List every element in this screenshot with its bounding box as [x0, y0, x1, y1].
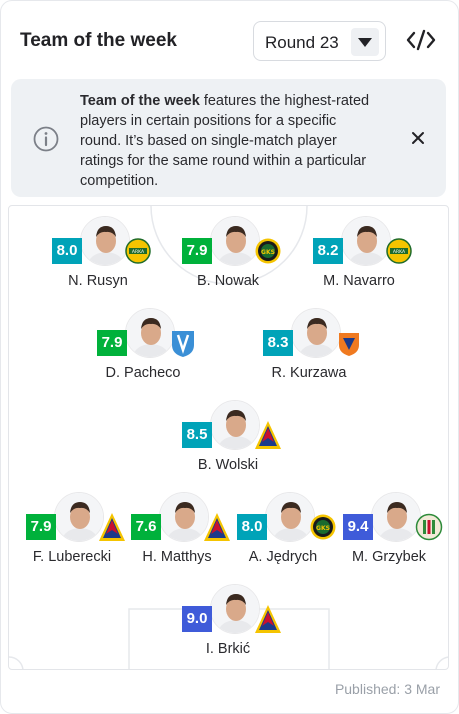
player-card[interactable]: 7.9 GKS B. Nowak [168, 216, 288, 300]
player-name: R. Kurzawa [271, 365, 347, 381]
club-crest-icon: ARKA [385, 236, 413, 266]
player-name: D. Pacheco [105, 365, 181, 381]
club-crest-icon [254, 420, 282, 450]
player-rating-badge: 8.3 [263, 330, 293, 356]
info-text-bold: Team of the week [80, 93, 200, 109]
player-photo [210, 584, 260, 634]
info-text: Team of the week features the highest-ra… [80, 91, 380, 191]
player-photo [265, 492, 315, 542]
player-name: M. Grzybek [351, 549, 427, 565]
club-crest-icon [335, 328, 363, 358]
player-card[interactable]: 8.3 R. Kurzawa [249, 308, 369, 392]
chevron-down-icon[interactable] [351, 28, 379, 56]
player-photo [125, 308, 175, 358]
player-rating-badge: 7.9 [182, 238, 212, 264]
player-photo [80, 216, 130, 266]
code-embed-icon[interactable] [405, 28, 437, 52]
header: Team of the week Round 23 [1, 19, 459, 63]
player-photo [341, 216, 391, 266]
club-crest-icon: ARKA [124, 236, 152, 266]
club-crest-icon [254, 604, 282, 634]
page-title: Team of the week [20, 30, 177, 51]
player-photo [291, 308, 341, 358]
player-card[interactable]: 8.2 ARKA M. Navarro [299, 216, 419, 300]
published-date: Published: 3 Mar [334, 681, 440, 697]
info-icon [33, 126, 59, 152]
player-card[interactable]: 7.9 D. Pacheco [83, 308, 203, 392]
player-card[interactable]: 8.5 B. Wolski [168, 400, 288, 484]
player-rating-badge: 8.2 [313, 238, 343, 264]
club-crest-icon: GKS [254, 236, 282, 266]
player-photo [159, 492, 209, 542]
player-rating-badge: 8.5 [182, 422, 212, 448]
player-rating-badge: 8.0 [237, 514, 267, 540]
player-card[interactable]: 9.4 M. Grzybek [329, 492, 449, 576]
club-crest-icon [169, 328, 197, 358]
team-of-the-week-card: Team of the week Round 23 Team of the we… [0, 0, 459, 714]
info-banner: Team of the week features the highest-ra… [11, 79, 446, 197]
round-select-value: Round 23 [265, 33, 339, 52]
svg-text:ARKA: ARKA [132, 249, 145, 255]
player-card[interactable]: 8.0 ARKA N. Rusyn [38, 216, 158, 300]
player-photo [210, 400, 260, 450]
player-photo [54, 492, 104, 542]
close-icon[interactable] [410, 130, 426, 146]
player-rating-badge: 7.9 [26, 514, 56, 540]
player-rating-badge: 8.0 [52, 238, 82, 264]
player-rating-badge: 9.0 [182, 606, 212, 632]
round-select[interactable]: Round 23 [253, 21, 386, 61]
player-name: B. Wolski [197, 457, 259, 473]
player-photo [371, 492, 421, 542]
svg-text:GKS: GKS [316, 525, 330, 532]
player-rating-badge: 7.9 [97, 330, 127, 356]
player-card[interactable]: 9.0 I. Brkić [168, 584, 288, 668]
player-name: M. Navarro [323, 273, 395, 289]
player-photo [210, 216, 260, 266]
player-rating-badge: 9.4 [343, 514, 373, 540]
player-rating-badge: 7.6 [131, 514, 161, 540]
svg-text:ARKA: ARKA [393, 249, 406, 255]
club-crest-icon [415, 512, 443, 542]
svg-text:GKS: GKS [261, 249, 275, 256]
player-name: I. Brkić [205, 641, 251, 657]
